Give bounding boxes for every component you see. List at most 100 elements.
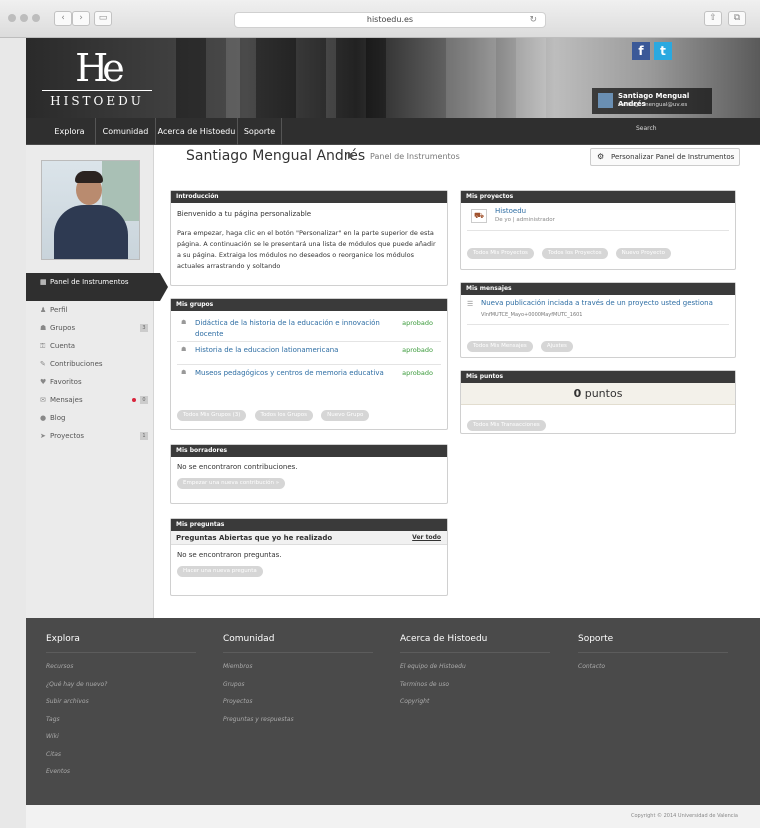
- list-item: ☗ Museos pedagógicos y centros de memori…: [177, 365, 441, 395]
- footer-link[interactable]: Subir archivos: [46, 698, 206, 716]
- sidebar-item-label: Cuenta: [50, 342, 76, 350]
- message-icon: ☰: [467, 300, 474, 308]
- footer-column-acerca: Acerca de Histoedu El equipo de Histoedu…: [400, 634, 560, 716]
- logo-mark: He: [75, 46, 125, 90]
- close-window-button[interactable]: [8, 14, 16, 22]
- user-box[interactable]: Santiago Mengual Andrés santiago.mengual…: [592, 88, 712, 114]
- drafts-panel: Mis borradores No se encontraron contrib…: [170, 444, 448, 504]
- reload-icon[interactable]: ↻: [529, 13, 537, 27]
- twitter-icon[interactable]: t: [654, 42, 672, 60]
- all-transactions-button[interactable]: Todos Mis Transacciones: [467, 420, 546, 431]
- footer-link[interactable]: ¿Qué hay de nuevo?: [46, 681, 206, 699]
- sidebar-toggle-icon[interactable]: ▭: [94, 11, 112, 26]
- project-link[interactable]: Histoedu: [495, 207, 526, 215]
- nav-explora[interactable]: Explora: [44, 118, 96, 145]
- footer-link[interactable]: Miembros: [223, 663, 383, 681]
- all-my-projects-button[interactable]: Todos Mis Proyectos: [467, 248, 534, 259]
- nav-soporte[interactable]: Soporte: [238, 118, 282, 145]
- sidebar-item-cuenta[interactable]: ⚿ Cuenta: [26, 337, 154, 355]
- search-input[interactable]: Search: [636, 125, 657, 132]
- all-projects-button[interactable]: Todos los Proyectos: [542, 248, 608, 259]
- site-footer: Explora Recursos ¿Qué hay de nuevo? Subi…: [26, 618, 760, 805]
- heart-icon: ♥: [40, 378, 47, 386]
- sidebar-item-panel[interactable]: ▦ Panel de Instrumentos: [26, 273, 168, 301]
- sidebar-item-perfil[interactable]: ♟ Perfil: [26, 301, 154, 319]
- message-settings-button[interactable]: Ajustes: [540, 341, 573, 352]
- all-my-messages-button[interactable]: Todos Mis Mensajes: [467, 341, 533, 352]
- list-item: ☗ Historia de la educacion lationamerica…: [177, 342, 441, 365]
- footer-link[interactable]: Tags: [46, 716, 206, 734]
- footer-link[interactable]: Citas: [46, 751, 206, 769]
- footer-link[interactable]: Eventos: [46, 768, 206, 786]
- unread-dot: [132, 398, 136, 402]
- new-project-button[interactable]: Nuevo Proyecto: [615, 248, 671, 259]
- project-meta: De yo | administrador: [495, 217, 555, 223]
- message-subject-link[interactable]: Nueva publicación inciada a través de un…: [481, 299, 713, 307]
- facebook-icon[interactable]: f: [632, 42, 650, 60]
- footer-link[interactable]: Contacto: [578, 663, 738, 681]
- all-groups-button[interactable]: Todos los Grupos: [254, 410, 314, 421]
- footer-column-soporte: Soporte Contacto: [578, 634, 738, 681]
- footer-link[interactable]: Grupos: [223, 681, 383, 699]
- nav-acerca[interactable]: Acerca de Histoedu: [156, 118, 238, 145]
- panel-title[interactable]: Mis proyectos: [461, 191, 735, 203]
- sidebar-item-contribuciones[interactable]: ✎ Contribuciones: [26, 355, 154, 373]
- panel-title[interactable]: Mis grupos: [171, 299, 447, 311]
- copyright-bar: Copyright © 2014 Universidad de Valencia: [26, 805, 760, 828]
- sidebar-item-grupos[interactable]: ☗ Grupos 3: [26, 319, 154, 337]
- sidebar-item-favoritos[interactable]: ♥ Favoritos: [26, 373, 154, 391]
- footer-heading: Soporte: [578, 634, 728, 653]
- intro-text: Para empezar, haga clic en el botón "Per…: [177, 229, 436, 270]
- all-my-groups-button[interactable]: Todos Mis Grupos (3): [177, 410, 247, 421]
- footer-heading: Comunidad: [223, 634, 373, 653]
- footer-column-explora: Explora Recursos ¿Qué hay de nuevo? Subi…: [46, 634, 206, 786]
- sidebar-item-mensajes[interactable]: ✉ Mensajes 0: [26, 391, 154, 409]
- site-logo[interactable]: He HISTOEDU: [42, 48, 152, 112]
- breadcrumb: Panel de Instrumentos: [370, 152, 460, 161]
- grid-icon: ▦: [40, 278, 47, 286]
- footer-link[interactable]: Recursos: [46, 663, 206, 681]
- points-value: 0: [573, 387, 582, 400]
- list-item: ☗ Didáctica de la historia de la educaci…: [177, 315, 441, 342]
- status-badge: aprobado: [402, 369, 433, 377]
- share-icon[interactable]: ⇧: [704, 11, 722, 26]
- panel-title[interactable]: Mis borradores: [171, 445, 447, 457]
- footer-link[interactable]: Preguntas y respuestas: [223, 716, 383, 734]
- panel-title[interactable]: Introducción: [171, 191, 447, 203]
- forward-icon[interactable]: ›: [72, 11, 90, 26]
- panel-title[interactable]: Mis mensajes: [461, 283, 735, 295]
- group-link[interactable]: Historia de la educacion lationamericana: [195, 345, 385, 356]
- tabs-icon[interactable]: ⧉: [728, 11, 746, 26]
- address-bar[interactable]: histoedu.es ↻: [234, 12, 546, 28]
- footer-heading: Acerca de Histoedu: [400, 634, 550, 653]
- top-nav: Explora Comunidad Acerca de Histoedu Sop…: [26, 118, 760, 145]
- footer-link[interactable]: Terminos de uso: [400, 681, 560, 699]
- new-contribution-button[interactable]: Empezar una nueva contribución »: [177, 478, 286, 489]
- new-question-button[interactable]: Hacer una nueva pregunta: [177, 566, 263, 577]
- minimize-window-button[interactable]: [20, 14, 28, 22]
- group-link[interactable]: Didáctica de la historia de la educación…: [195, 318, 385, 340]
- points-unit: puntos: [584, 387, 623, 400]
- footer-link[interactable]: El equipo de Histoedu: [400, 663, 560, 681]
- empty-message: No se encontraron preguntas.: [177, 551, 282, 559]
- view-all-link[interactable]: Ver todo: [412, 531, 441, 545]
- footer-link[interactable]: Copyright: [400, 698, 560, 716]
- panel-title[interactable]: Mis preguntas: [171, 519, 447, 531]
- back-icon[interactable]: ‹: [54, 11, 72, 26]
- sidebar-item-blog[interactable]: ● Blog: [26, 409, 154, 427]
- questions-subtitle: Preguntas Abiertas que yo he realizado: [176, 534, 333, 542]
- panel-title[interactable]: Mis puntos: [461, 371, 735, 383]
- sidebar-item-proyectos[interactable]: ➤ Proyectos 1: [26, 427, 154, 445]
- footer-link[interactable]: Wiki: [46, 733, 206, 751]
- messages-panel: Mis mensajes ☰ Nueva publicación inciada…: [460, 282, 736, 358]
- footer-heading: Explora: [46, 634, 196, 653]
- message-meta: VlnfMUTCE_Mayo+0000MayfMUTC_1601: [481, 312, 583, 318]
- zoom-window-button[interactable]: [32, 14, 40, 22]
- group-link[interactable]: Museos pedagógicos y centros de memoria …: [195, 368, 385, 379]
- group-icon: ☗: [181, 369, 187, 376]
- nav-comunidad[interactable]: Comunidad: [96, 118, 156, 145]
- customize-button[interactable]: ⚙ Personalizar Panel de Instrumentos: [590, 148, 740, 166]
- count-badge: 1: [140, 432, 148, 440]
- footer-link[interactable]: Proyectos: [223, 698, 383, 716]
- new-group-button[interactable]: Nuevo Grupo: [321, 410, 370, 421]
